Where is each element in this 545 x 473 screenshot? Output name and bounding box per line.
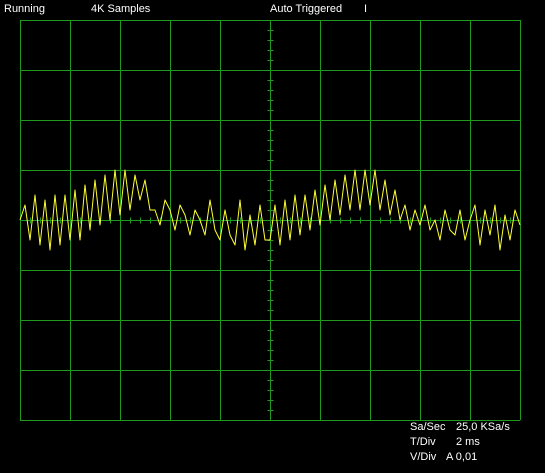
sample-rate-label: Sa/Sec <box>410 421 446 433</box>
sample-rate-value: 25,0 KSa/s <box>456 421 510 433</box>
time-div-value: 2 ms <box>456 436 480 448</box>
time-div-label: T/Div <box>410 436 436 448</box>
volt-div-label: V/Div <box>410 451 437 463</box>
scope-display <box>19 20 521 421</box>
volt-div-value: A 0,01 <box>446 451 478 463</box>
